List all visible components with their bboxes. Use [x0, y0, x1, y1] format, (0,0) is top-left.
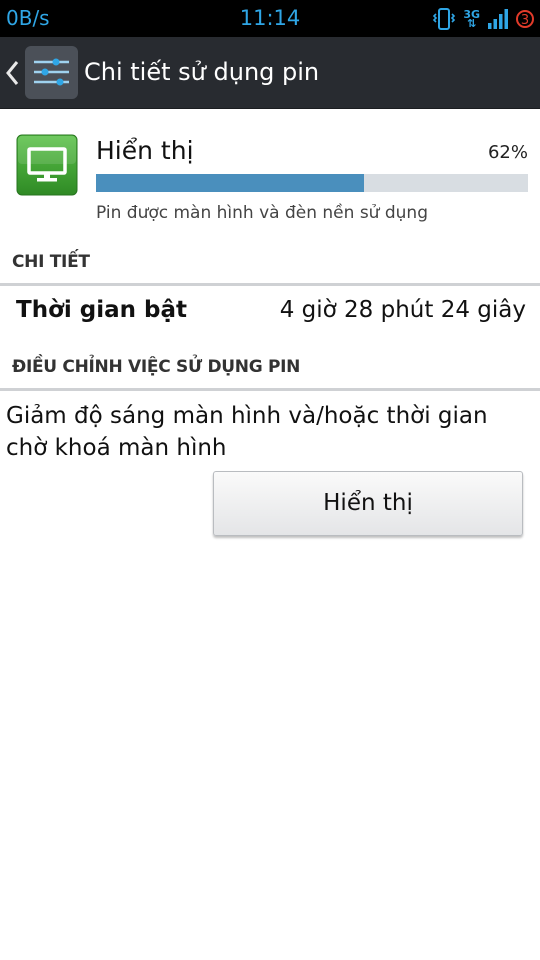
usage-progress-bar	[96, 174, 528, 192]
signal-icon	[488, 9, 508, 29]
on-time-label: Thời gian bật	[16, 297, 187, 323]
settings-app-button[interactable]	[25, 46, 78, 99]
network-3g-icon: 3G ⇅	[463, 8, 480, 30]
notification-badge-icon: 3	[516, 10, 534, 28]
divider	[0, 388, 540, 391]
section-header-adjust: ĐIỀU CHỈNH VIỆC SỬ DỤNG PIN	[12, 357, 301, 377]
usage-description: Pin được màn hình và đèn nền sử dụng	[96, 203, 428, 223]
action-bar: Chi tiết sử dụng pin	[0, 37, 540, 109]
monitor-icon	[16, 134, 78, 196]
section-header-details: CHI TIẾT	[12, 252, 90, 272]
on-time-value: 4 giờ 28 phút 24 giây	[279, 297, 526, 323]
page-title: Chi tiết sử dụng pin	[84, 58, 320, 86]
status-bar: 0B/s 11:14 3G ⇅ 3	[0, 0, 540, 37]
adjust-advice-text: Giảm độ sáng màn hình và/hoặc thời gian …	[6, 403, 488, 461]
app-name: Hiển thị	[96, 136, 194, 165]
usage-progress-fill	[96, 174, 364, 192]
display-settings-button[interactable]: Hiển thị	[213, 471, 523, 536]
divider	[0, 283, 540, 286]
usage-percent: 62%	[487, 142, 528, 163]
vibrate-icon	[433, 8, 456, 30]
status-icons: 3G ⇅ 3	[432, 6, 534, 32]
back-chevron-icon[interactable]	[4, 59, 20, 87]
settings-sliders-icon	[34, 58, 69, 86]
